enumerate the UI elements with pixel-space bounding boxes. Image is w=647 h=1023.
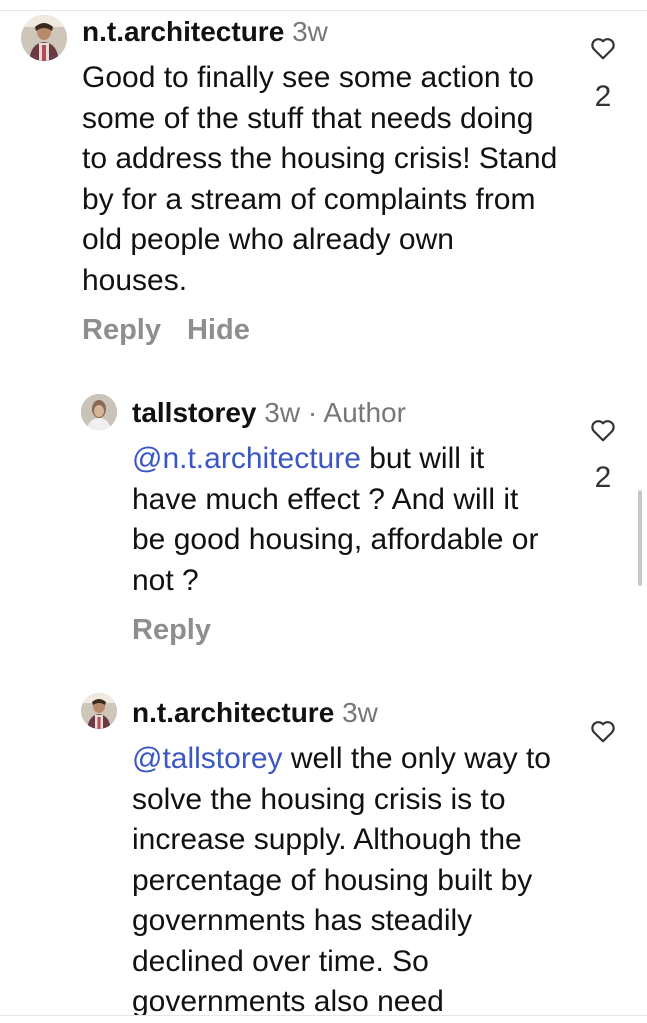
timestamp: 3w — [342, 697, 378, 728]
bottom-divider — [0, 1015, 647, 1016]
comment-header: n.t.architecture 3w — [132, 696, 378, 730]
mention-link[interactable]: @tallstorey — [132, 742, 283, 775]
avatar[interactable] — [81, 693, 117, 729]
username[interactable]: n.t.architecture — [132, 697, 334, 728]
scrollbar-thumb[interactable] — [638, 490, 642, 586]
user-avatar-icon — [81, 693, 117, 729]
comment-text: well the only way to solve the housing c… — [132, 742, 551, 1015]
heart-icon[interactable] — [590, 719, 616, 743]
comment-body: @tallstorey well the only way to solve t… — [132, 739, 562, 1015]
comment-3: n.t.architecture 3w @tallstorey well the… — [0, 0, 647, 1015]
